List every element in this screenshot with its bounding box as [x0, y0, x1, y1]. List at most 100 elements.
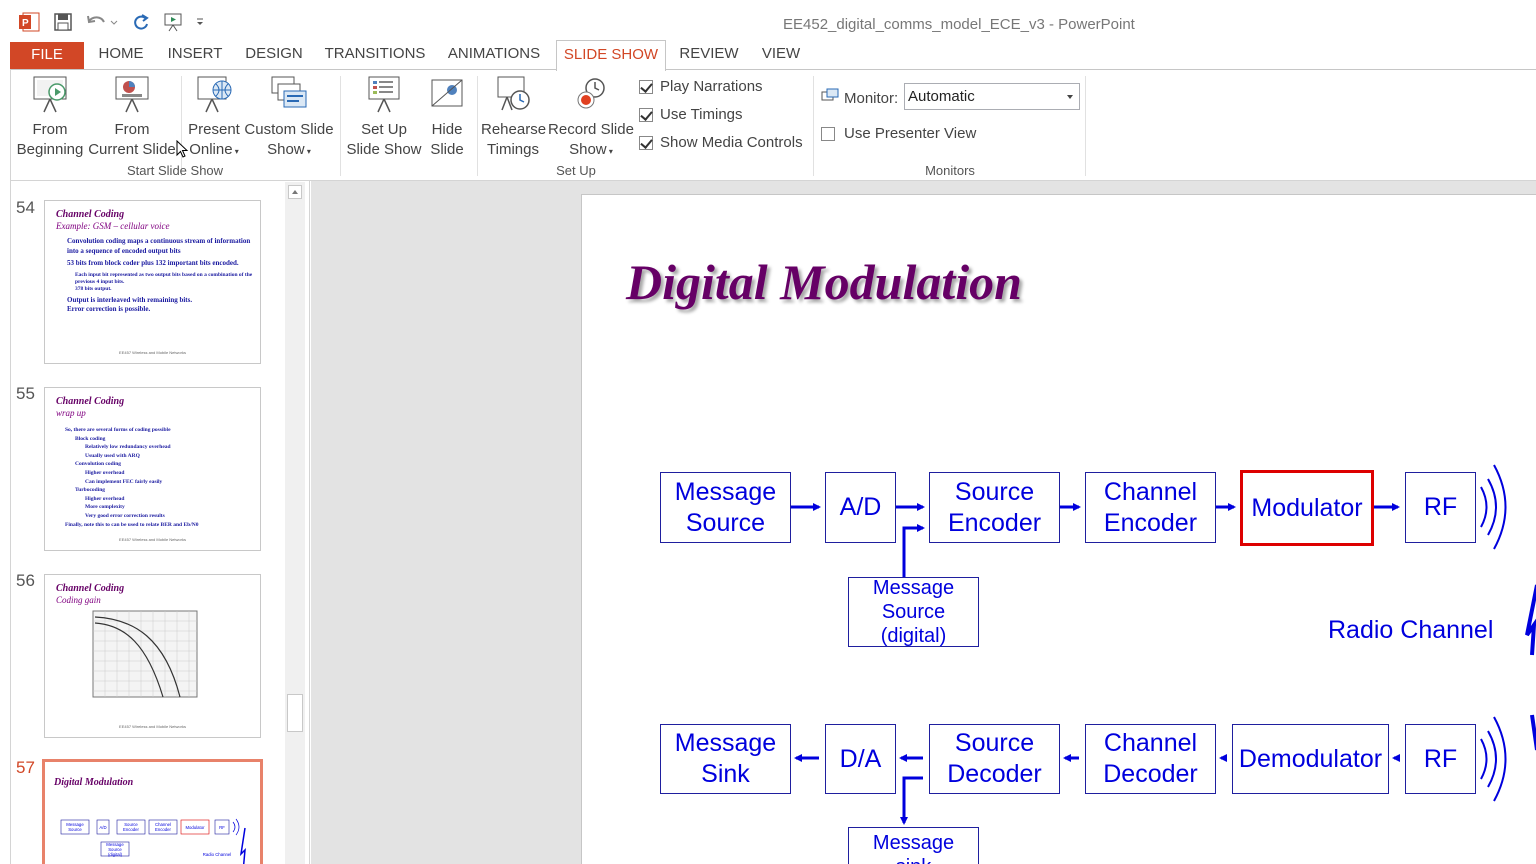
- slide-thumbnail-55[interactable]: Channel Coding wrap up So, there are sev…: [44, 387, 261, 551]
- tab-insert[interactable]: INSERT: [162, 40, 228, 70]
- block-channel-encoder[interactable]: Channel Encoder: [1085, 472, 1216, 543]
- undo-icon[interactable]: [84, 10, 120, 34]
- custom-slide-show-label-2: Show: [267, 141, 305, 158]
- custom-slide-show-label-1: Custom Slide: [244, 121, 334, 138]
- thumb-title: Channel Coding: [56, 583, 125, 594]
- slide-number: 54: [16, 198, 35, 217]
- block-da-converter[interactable]: D/A: [825, 724, 896, 794]
- from-beginning-button[interactable]: From Beginning: [11, 74, 89, 160]
- block-demodulator[interactable]: Demodulator: [1232, 724, 1389, 794]
- block-ad-converter[interactable]: A/D: [825, 472, 896, 543]
- tab-view[interactable]: VIEW: [752, 40, 810, 70]
- svg-text:Encoder: Encoder: [155, 827, 172, 832]
- arrow-digital-source: [902, 524, 925, 577]
- mouse-cursor-icon: [176, 139, 190, 165]
- block-source-encoder[interactable]: Source Encoder: [929, 472, 1060, 543]
- from-current-slide-icon: [87, 74, 177, 116]
- ribbon-slide-show: From Beginning From Current Slide Presen…: [10, 69, 1536, 181]
- block-channel-decoder[interactable]: Channel Decoder: [1085, 724, 1216, 794]
- thumb-line: Relatively low redundancy overhead: [85, 444, 171, 451]
- block-message-sink[interactable]: Message Sink: [660, 724, 791, 794]
- block-message-source-digital[interactable]: Message Source (digital): [848, 577, 979, 647]
- svg-text:Modulator: Modulator: [185, 825, 205, 830]
- block-message-source[interactable]: Message Source: [660, 472, 791, 543]
- monitor-icon: [821, 88, 839, 108]
- thumb-line: Block coding: [75, 435, 106, 442]
- thumb-footer: EE457 Wireless and Mobile Networks: [119, 724, 186, 729]
- hide-slide-label-1: Hide: [431, 121, 463, 138]
- hide-slide-button[interactable]: Hide Slide: [424, 74, 470, 160]
- block-message-sink-lower[interactable]: Messagesink: [848, 827, 979, 864]
- hide-slide-label-2: Slide: [430, 141, 464, 158]
- redo-icon[interactable]: [130, 10, 152, 34]
- svg-text:Encoder: Encoder: [123, 827, 140, 832]
- custom-slide-show-icon: [243, 74, 335, 116]
- scrollbar-thumb[interactable]: [287, 694, 303, 732]
- slide-thumbnail-57-selected[interactable]: Digital Modulation Message Source A/D Sou…: [42, 759, 263, 864]
- use-timings-checkbox[interactable]: Use Timings: [639, 106, 743, 123]
- slide-thumbnail-56[interactable]: Channel Coding Coding gain EE457 Wireles…: [44, 574, 261, 738]
- from-current-slide-label-2: Current Slide: [88, 141, 176, 158]
- custom-slide-show-button[interactable]: Custom Slide Show ▾: [243, 74, 335, 162]
- svg-text:RF: RF: [219, 825, 225, 830]
- block-rf-transmit[interactable]: RF: [1405, 472, 1476, 543]
- thumb-body: So, there are several forms of coding po…: [65, 426, 260, 529]
- record-slide-show-button[interactable]: Record Slide Show ▾: [545, 74, 637, 162]
- present-online-label-2: Online: [189, 141, 233, 158]
- tab-file[interactable]: FILE: [10, 42, 84, 69]
- from-current-slide-button[interactable]: From Current Slide: [87, 74, 177, 160]
- tab-design[interactable]: DESIGN: [238, 40, 310, 70]
- monitor-label-row: Monitor:: [821, 88, 898, 108]
- thumb-line: Each input bit represented as two output…: [75, 271, 253, 285]
- radio-channel-label[interactable]: Radio Channel: [1328, 616, 1493, 645]
- present-online-button[interactable]: Present Online ▾: [185, 74, 243, 162]
- record-slide-show-label-1: Record Slide: [548, 121, 634, 138]
- rehearse-timings-label-1: Rehearse: [481, 121, 547, 138]
- record-slide-show-icon: [545, 74, 637, 116]
- chevron-down-icon: ▾: [232, 147, 239, 156]
- monitor-dropdown[interactable]: Automatic: [904, 83, 1080, 110]
- powerpoint-logo-icon[interactable]: P: [18, 10, 42, 34]
- set-up-slide-show-button[interactable]: Set Up Slide Show: [344, 74, 424, 160]
- thumbnail-scrollbar[interactable]: [285, 182, 305, 864]
- rehearse-timings-button[interactable]: Rehearse Timings: [481, 74, 547, 160]
- use-presenter-view-label: Use Presenter View: [844, 125, 977, 142]
- set-up-slide-show-icon: [344, 74, 424, 116]
- rehearse-timings-label-2: Timings: [487, 141, 539, 158]
- from-current-slide-label-1: From: [114, 121, 150, 138]
- block-rf-receive[interactable]: RF: [1405, 724, 1476, 794]
- thumb-line: Very good error correction results: [85, 512, 165, 519]
- scroll-up-arrow-icon[interactable]: [288, 185, 302, 199]
- thumb-line: Error correction is possible.: [67, 305, 151, 313]
- save-icon[interactable]: [52, 10, 74, 34]
- from-beginning-label-2: Beginning: [16, 141, 84, 158]
- customize-qat-icon[interactable]: [194, 10, 206, 34]
- slide-thumbnail-54[interactable]: Channel Coding Example: GSM – cellular v…: [44, 200, 261, 364]
- svg-text:P: P: [22, 18, 29, 29]
- block-modulator-selected[interactable]: Modulator: [1240, 470, 1374, 546]
- thumb-line: Turbocoding: [75, 487, 106, 494]
- thumb-footer: EE457 Wireless and Mobile Networks: [119, 537, 186, 542]
- show-media-controls-checkbox[interactable]: Show Media Controls: [639, 134, 803, 151]
- tab-transitions[interactable]: TRANSITIONS: [320, 40, 430, 70]
- current-slide[interactable]: Digital Modulation Message Source A/D So…: [581, 194, 1536, 864]
- slide-edit-area: Digital Modulation Message Source A/D So…: [311, 181, 1536, 864]
- tab-animations[interactable]: ANIMATIONS: [440, 40, 548, 70]
- custom-slide-show-label-2-row: Show ▾: [243, 140, 335, 162]
- tab-home[interactable]: HOME: [88, 40, 154, 70]
- use-presenter-view-checkbox[interactable]: Use Presenter View: [821, 125, 976, 142]
- thumb-line: Convolution coding maps a continuous str…: [67, 237, 251, 255]
- record-slide-show-label-2: Show: [569, 141, 607, 158]
- block-source-decoder[interactable]: Source Decoder: [929, 724, 1060, 794]
- thumb-line: So, there are several forms of coding po…: [65, 427, 171, 433]
- ribbon-separator: [340, 76, 341, 176]
- thumb-line: Finally, note this to can be used to rel…: [65, 521, 199, 528]
- thumb-footer: EE457 Wireless and Mobile Networks: [119, 350, 186, 355]
- monitor-label: Monitor:: [844, 89, 899, 107]
- tab-slide-show[interactable]: SLIDE SHOW: [556, 40, 666, 71]
- slide-number: 56: [16, 571, 35, 590]
- tab-review[interactable]: REVIEW: [674, 40, 744, 70]
- present-icon[interactable]: [162, 10, 186, 34]
- thumb-subtitle: Example: GSM – cellular voice: [56, 221, 170, 231]
- play-narrations-checkbox[interactable]: Play Narrations: [639, 78, 763, 95]
